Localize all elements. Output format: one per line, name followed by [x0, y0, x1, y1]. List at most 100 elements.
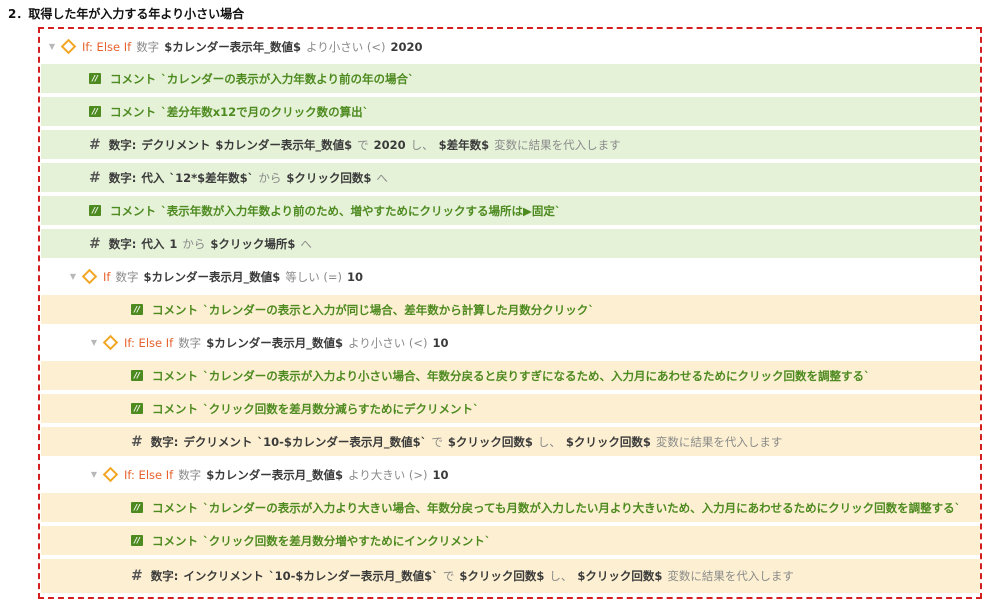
condition: より小さい (<)	[305, 39, 386, 54]
comment-text: `差分年数x12で月のクリック数の算出`	[161, 104, 369, 119]
variable: $カレンダー表示月_数値$	[143, 269, 281, 284]
value: 10	[432, 335, 449, 350]
comment-text: `カレンダーの表示が入力より小さい場合、年数分戻ると戻りすぎになるため、入力月に…	[203, 368, 870, 383]
comment-text: `クリック回数を差月数分増やすためにインクリメント`	[203, 533, 491, 548]
comment-icon: //	[89, 205, 101, 216]
variable: $カレンダー表示年_数値$	[215, 137, 353, 152]
type-label: 数字	[178, 467, 202, 482]
comment-icon: //	[89, 106, 101, 117]
variable: $クリック回数$	[447, 434, 533, 449]
if-keyword: If: Else If	[124, 335, 174, 350]
comment-text: `カレンダーの表示と入力が同じ場合、差年数から計算した月数分クリック`	[203, 302, 594, 317]
chevron-down-icon[interactable]: ▼	[89, 338, 99, 347]
number-label: 数字:	[108, 170, 137, 185]
flow-row-if[interactable]: ▼ If: Else If 数字 $カレンダー表示年_数値$ より小さい (<)…	[41, 32, 980, 63]
flow-row-number[interactable]: # 数字: 代入 `12*$差年数$` から $クリック回数$ へ	[41, 163, 980, 194]
action: 代入	[141, 170, 165, 185]
comment-text: `表示年数が入力年数より前のため、増やすためにクリックする場所は▶固定`	[161, 203, 561, 218]
action: デクリメント	[141, 137, 211, 152]
type-label: 数字	[136, 39, 160, 54]
flow-row-comment[interactable]: // コメント `カレンダーの表示が入力より大きい場合、年数分戻っても月数が入力…	[41, 493, 980, 524]
if-keyword: If	[103, 269, 111, 284]
flow-row-if[interactable]: ▼ If: Else If 数字 $カレンダー表示月_数値$ より小さい (<)…	[41, 328, 980, 359]
diamond-icon	[102, 466, 119, 483]
variable: $クリック回数$	[286, 170, 372, 185]
result-variable: $クリック回数$	[577, 569, 663, 583]
variable: $クリック場所$	[210, 236, 296, 251]
action: 代入	[141, 236, 165, 251]
comment-icon: //	[131, 502, 143, 513]
variable: $カレンダー表示月_数値$	[206, 335, 343, 350]
value: 2020	[390, 39, 423, 54]
type-label: 数字	[178, 335, 202, 350]
connector: から	[258, 170, 282, 185]
condition: より小さい (<)	[347, 335, 428, 350]
comment-label: コメント	[110, 104, 156, 119]
if-keyword: If: Else If	[124, 467, 174, 482]
expression: `12*$差年数$`	[169, 170, 254, 185]
section-heading: 2．取得した年が入力する年より小さい場合	[8, 7, 245, 21]
flow-row-if[interactable]: ▼ If: Else If 数字 $カレンダー表示月_数値$ より大きい (>)…	[41, 460, 980, 491]
result-variable: $差年数$	[438, 137, 490, 152]
chevron-down-icon[interactable]: ▼	[47, 42, 57, 51]
comment-icon: //	[131, 535, 143, 546]
value: 10	[432, 467, 449, 482]
flow-row-number[interactable]: # 数字: デクリメント $カレンダー表示年_数値$ で 2020 し、 $差年…	[41, 130, 980, 161]
hash-icon: #	[131, 433, 143, 450]
condition: 等しい (=)	[285, 269, 342, 284]
result-variable: $クリック回数$	[565, 434, 651, 449]
tail-text: 変数に結果を代入します	[494, 137, 621, 152]
comment-label: コメント	[152, 500, 198, 515]
hash-icon: #	[131, 568, 143, 584]
expression: `10-$カレンダー表示月_数値$`	[257, 434, 427, 449]
comment-icon: //	[131, 403, 143, 414]
comment-label: コメント	[152, 368, 198, 383]
comment-label: コメント	[110, 71, 156, 86]
chevron-down-icon[interactable]: ▼	[89, 470, 99, 479]
action: インクリメント	[183, 569, 264, 583]
chevron-down-icon[interactable]: ▼	[68, 272, 78, 281]
flow-row-number[interactable]: # 数字: デクリメント `10-$カレンダー表示月_数値$` で $クリック回…	[41, 427, 980, 458]
type-label: 数字	[115, 269, 139, 284]
comment-text: `クリック回数を差月数分減らすためにデクリメント`	[203, 401, 479, 416]
value: 1	[169, 236, 178, 251]
comment-label: コメント	[110, 203, 156, 218]
connector: で	[431, 434, 443, 449]
connector: し、	[537, 434, 561, 449]
number-label: 数字:	[150, 434, 179, 449]
connector: し、	[549, 569, 573, 583]
condition: より大きい (>)	[347, 467, 428, 482]
value: 10	[346, 269, 363, 284]
flow-row-comment[interactable]: // コメント `カレンダーの表示が入力年数より前の年の場合`	[41, 64, 980, 95]
flow-row-comment[interactable]: // コメント `クリック回数を差月数分減らすためにデクリメント`	[41, 394, 980, 425]
flow-row-number[interactable]: # 数字: インクリメント `10-$カレンダー表示月_数値$` で $クリック…	[41, 559, 980, 595]
connector: で	[442, 569, 455, 583]
tail-text: 変数に結果を代入します	[655, 434, 783, 449]
flow-row-number[interactable]: # 数字: 代入 1 から $クリック場所$ へ	[41, 229, 980, 260]
comment-icon: //	[131, 304, 143, 315]
hash-icon: #	[89, 235, 101, 252]
flow-row-comment[interactable]: // コメント `カレンダーの表示と入力が同じ場合、差年数から計算した月数分クリ…	[41, 295, 980, 326]
variable: $カレンダー表示月_数値$	[206, 467, 343, 482]
comment-label: コメント	[152, 302, 198, 317]
flow-row-comment[interactable]: // コメント `カレンダーの表示が入力より小さい場合、年数分戻ると戻りすぎにな…	[41, 361, 980, 392]
tail-text: 変数に結果を代入します	[667, 569, 794, 583]
connector: し、	[410, 137, 434, 152]
comment-label: コメント	[152, 401, 198, 416]
flow-row-comment[interactable]: // コメント `クリック回数を差月数分増やすためにインクリメント`	[41, 526, 980, 557]
comment-icon: //	[89, 73, 101, 84]
number-label: 数字:	[108, 236, 137, 251]
comment-text: `カレンダーの表示が入力より大きい場合、年数分戻っても月数が入力したい月より大き…	[203, 500, 961, 515]
variable: $カレンダー表示年_数値$	[164, 39, 301, 54]
hash-icon: #	[89, 136, 101, 153]
flow-row-comment[interactable]: // コメント `差分年数x12で月のクリック数の算出`	[41, 97, 980, 128]
variable: $クリック回数$	[459, 569, 545, 583]
flow-row-if[interactable]: ▼ If 数字 $カレンダー表示月_数値$ 等しい (=) 10	[41, 262, 980, 293]
connector: で	[357, 137, 369, 152]
diamond-icon	[60, 38, 77, 55]
comment-label: コメント	[152, 533, 198, 548]
number-label: 数字:	[108, 137, 137, 152]
connector: から	[182, 236, 206, 251]
flow-row-comment[interactable]: // コメント `表示年数が入力年数より前のため、増やすためにクリックする場所は…	[41, 196, 980, 227]
number-label: 数字:	[150, 569, 179, 583]
